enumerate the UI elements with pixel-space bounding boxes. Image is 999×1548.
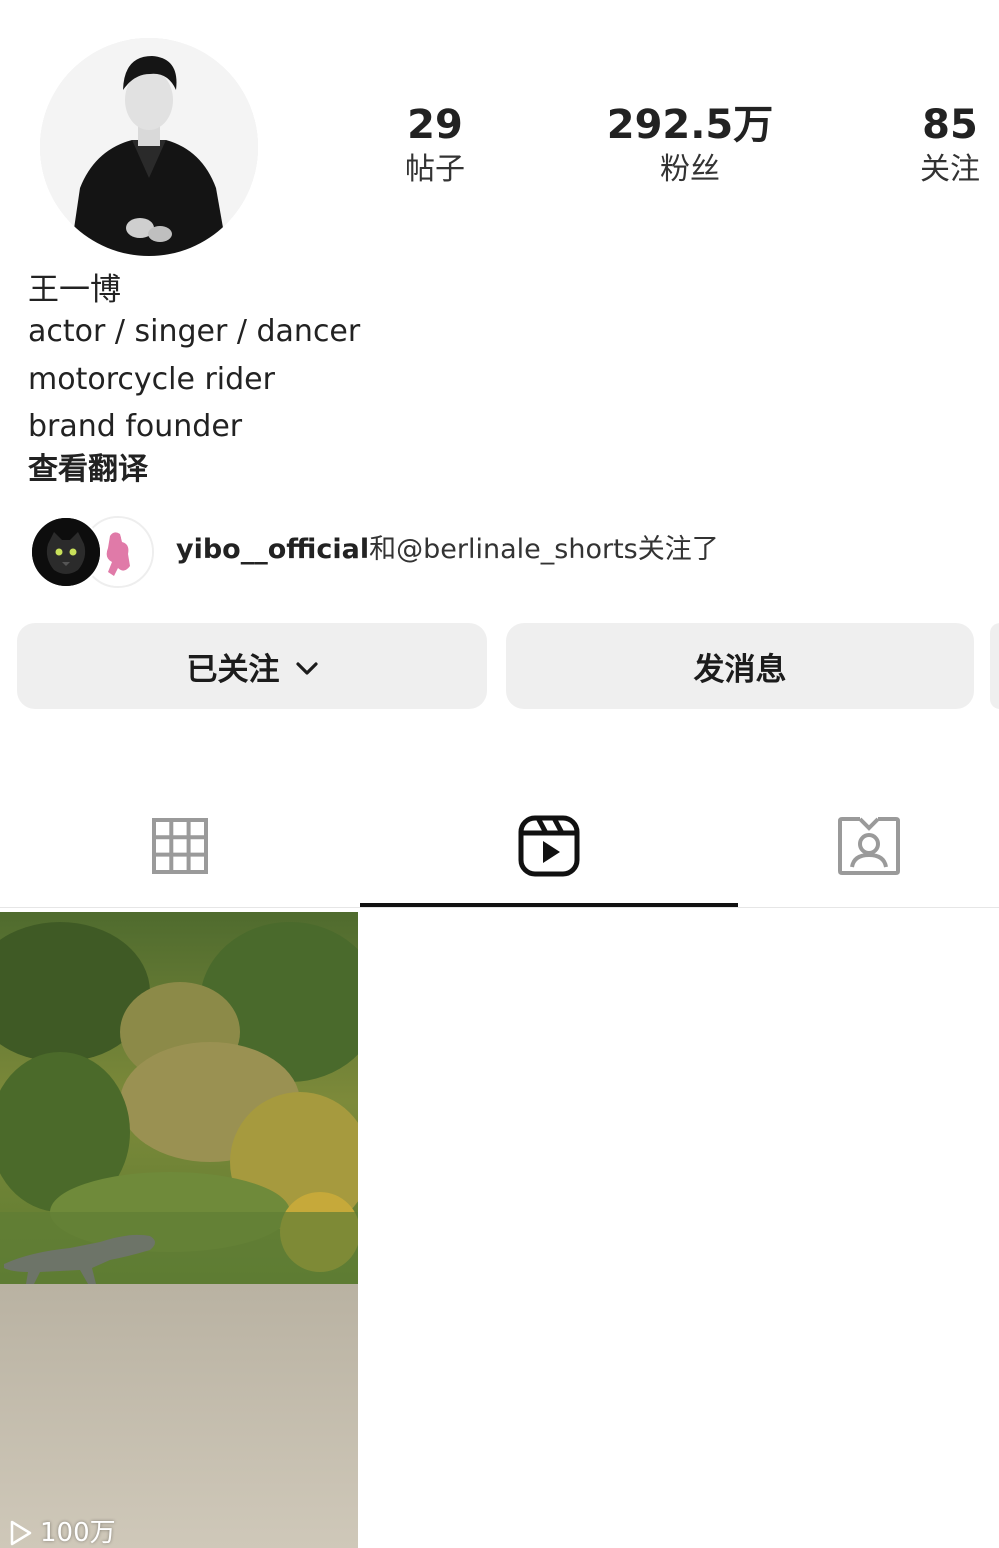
tab-divider — [0, 907, 999, 908]
more-button-edge[interactable] — [990, 623, 999, 709]
chevron-down-icon — [295, 648, 318, 684]
posts-label: 帖子 — [405, 152, 465, 187]
followed-by-rest: 和@berlinale_shorts关注了 — [369, 534, 719, 565]
tagged-icon — [837, 815, 900, 881]
reel-thumbnail[interactable] — [0, 912, 358, 1548]
followed-by-text[interactable]: yibo__official和@berlinale_shorts关注了 — [176, 530, 719, 570]
reel-views-label: 100万 — [40, 1518, 116, 1548]
following-label: 关注 — [920, 152, 980, 187]
message-button[interactable]: 发消息 — [506, 623, 974, 709]
reels-icon — [518, 815, 580, 881]
bio-line-3: brand founder — [28, 409, 243, 444]
grid-icon — [152, 817, 208, 878]
bio-line-1: actor / singer / dancer — [28, 314, 361, 349]
tab-reels[interactable] — [360, 790, 738, 905]
posts-count: 29 — [407, 102, 463, 148]
follower-avatar-yibo[interactable] — [30, 516, 102, 588]
followers-label: 粉丝 — [660, 152, 720, 187]
play-icon — [10, 1520, 32, 1546]
message-button-label: 发消息 — [693, 651, 787, 688]
reel-view-count: 100万 — [8, 1518, 116, 1548]
tab-tagged[interactable] — [738, 790, 999, 905]
following-button-label: 已关注 — [186, 651, 280, 688]
following-button[interactable]: 已关注 — [17, 623, 487, 709]
followers-count: 292.5万 — [606, 102, 774, 148]
profile-name: 王一博 — [28, 272, 121, 308]
followers-stat[interactable]: 292.5万 粉丝 — [600, 102, 780, 190]
tab-posts-grid[interactable] — [0, 790, 360, 905]
bio-line-2: motorcycle rider — [28, 362, 275, 397]
profile-avatar[interactable] — [40, 38, 258, 256]
see-translation-link[interactable]: 查看翻译 — [28, 450, 148, 490]
following-stat[interactable]: 85 关注 — [890, 102, 999, 190]
posts-stat[interactable]: 29 帖子 — [370, 102, 500, 190]
followed-by-username[interactable]: yibo__official — [176, 534, 369, 565]
following-count: 85 — [922, 102, 978, 148]
